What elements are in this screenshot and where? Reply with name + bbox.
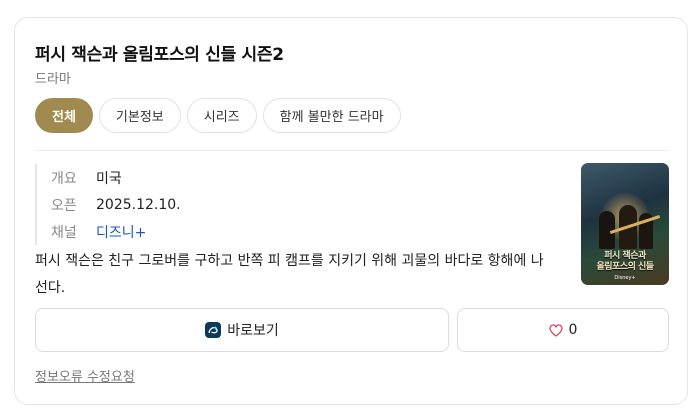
info-row-overview: 개요 미국 bbox=[51, 164, 181, 191]
drama-info-card: 퍼시 잭슨과 올림포스의 신들 시즌2 드라마 전체 기본정보 시리즈 함께 볼… bbox=[14, 17, 688, 405]
poster-title-line: 퍼시 잭슨과 bbox=[604, 251, 646, 261]
info-row-channel: 채널 디즈니+ bbox=[51, 218, 181, 245]
info-value-open-date: 2025.12.10. bbox=[96, 196, 181, 213]
tab-series[interactable]: 시리즈 bbox=[186, 98, 257, 133]
like-button[interactable]: 0 bbox=[457, 308, 669, 352]
tab-bar: 전체 기본정보 시리즈 함께 볼만한 드라마 bbox=[35, 98, 401, 133]
watch-button[interactable]: 바로보기 bbox=[35, 308, 449, 352]
divider bbox=[35, 150, 669, 151]
tab-basic-info[interactable]: 기본정보 bbox=[98, 98, 181, 133]
disney-plus-icon bbox=[205, 322, 222, 338]
like-count: 0 bbox=[568, 322, 578, 338]
poster-image[interactable]: 퍼시 잭슨과 올림포스의 신들 Disney+ bbox=[581, 163, 669, 285]
channel-link[interactable]: 디즈니+ bbox=[96, 222, 146, 242]
genre-label: 드라마 bbox=[35, 72, 71, 87]
info-label: 개요 bbox=[51, 170, 77, 187]
tab-recommended-dramas[interactable]: 함께 볼만한 드라마 bbox=[262, 98, 401, 133]
heart-icon bbox=[548, 323, 563, 337]
poster-brand: Disney+ bbox=[614, 275, 636, 281]
poster-title-line: 올림포스의 신들 bbox=[596, 262, 654, 272]
report-error-link[interactable]: 정보오류 수정요청 bbox=[35, 366, 135, 385]
info-label: 채널 bbox=[51, 224, 77, 241]
page-title[interactable]: 퍼시 잭슨과 올림포스의 신들 시즌2 bbox=[35, 40, 284, 65]
synopsis-text: 퍼시 잭슨은 친구 그로버를 구하고 반쪽 피 캠프를 지키기 위해 괴물의 바… bbox=[35, 253, 544, 296]
info-label: 오픈 bbox=[51, 197, 77, 214]
info-list: 개요 미국 오픈 2025.12.10. 채널 디즈니+ bbox=[35, 164, 181, 245]
tab-all[interactable]: 전체 bbox=[35, 98, 93, 133]
poster-title: 퍼시 잭슨과 올림포스의 신들 bbox=[581, 251, 669, 273]
watch-button-label: 바로보기 bbox=[227, 323, 279, 339]
info-value-country: 미국 bbox=[96, 170, 122, 187]
info-row-open: 오픈 2025.12.10. bbox=[51, 191, 181, 218]
